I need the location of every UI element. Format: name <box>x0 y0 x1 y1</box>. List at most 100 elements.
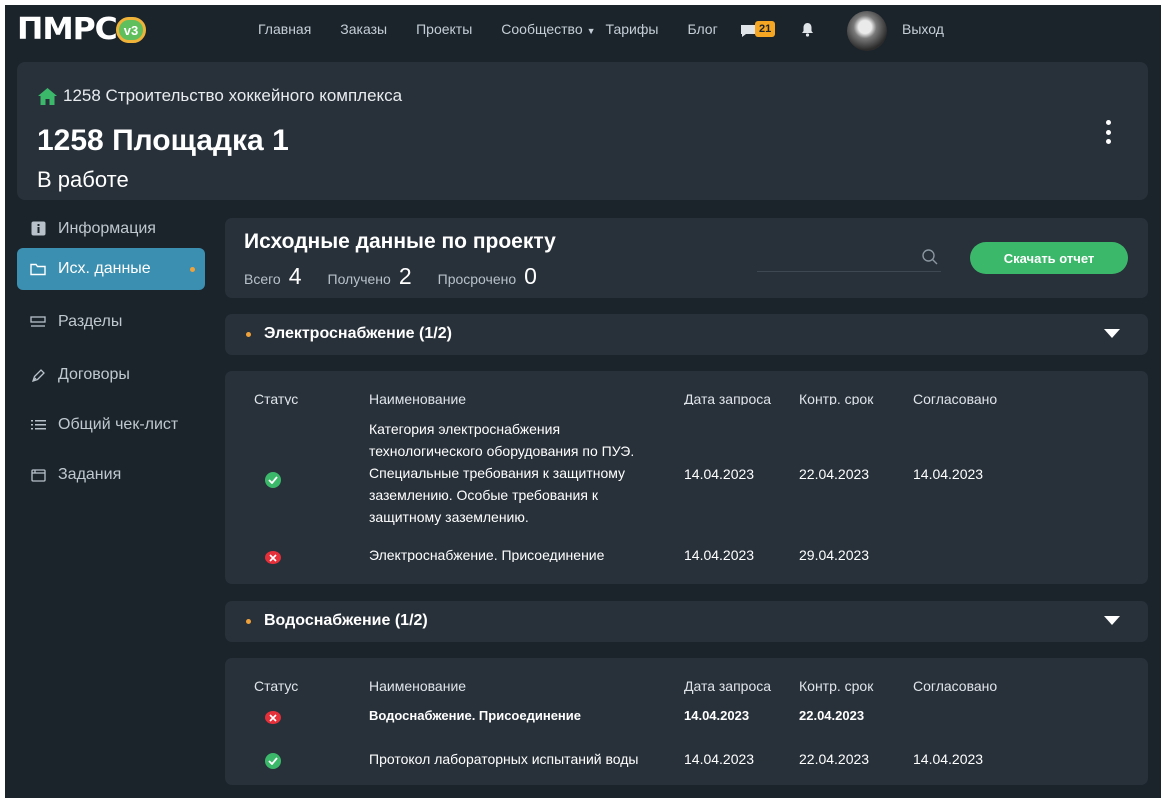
sidebar-item-contracts[interactable]: Договоры <box>17 354 205 396</box>
group-header-electricity[interactable]: Электроснабжение (1/2) <box>225 314 1148 355</box>
tasks-icon <box>30 467 46 483</box>
row-name[interactable]: Протокол лабораторных испытаний воды <box>369 748 638 770</box>
overdue-label: Просрочено <box>437 271 517 287</box>
sidebar-item-label: Договоры <box>58 366 130 383</box>
group-table-water: Статус Наименование Дата запроса Контр. … <box>225 658 1148 785</box>
app-window: ПМРС v3 Главная Заказы Проекты Сообществ… <box>5 5 1161 798</box>
row-name[interactable]: Электроснабжение. Присоединение <box>369 544 604 562</box>
nav-projects[interactable]: Проекты <box>416 21 472 37</box>
row-control-date: 22.04.2023 <box>799 751 870 767</box>
col-status: Статус <box>254 678 299 694</box>
messages-button[interactable]: 21 <box>740 21 780 41</box>
group-header-water[interactable]: Водоснабжение (1/2) <box>225 601 1148 642</box>
section-title: Исходные данные по проекту <box>244 230 556 253</box>
logout-link[interactable]: Выход <box>902 21 944 37</box>
col-status: Статус <box>254 391 299 405</box>
more-menu-icon[interactable] <box>1098 120 1118 144</box>
row-request-date: 14.04.2023 <box>684 547 755 562</box>
checklist-icon <box>30 417 46 433</box>
info-icon <box>30 220 46 236</box>
col-name: Наименование <box>369 391 467 405</box>
row-name[interactable]: Категория электроснабжения технологическ… <box>369 418 659 528</box>
row-control-date: 29.04.2023 <box>799 547 870 562</box>
row-request-date: 14.04.2023 <box>684 710 750 723</box>
unread-dot <box>190 267 195 272</box>
nav-pricing[interactable]: Тарифы <box>606 21 659 37</box>
received-label: Получено <box>327 271 391 287</box>
row-approved: 14.04.2023 <box>913 751 984 767</box>
project-header: 1258 Строительство хоккейного комплекса … <box>17 62 1148 200</box>
row-control-date: 22.04.2023 <box>799 466 870 482</box>
chat-icon <box>741 25 755 37</box>
logo-text: ПМРС <box>17 12 118 47</box>
home-icon <box>38 87 57 105</box>
col-control-date: Контр. срок <box>799 678 874 694</box>
sidebar-item-label: Разделы <box>58 313 123 330</box>
breadcrumb-parent: 1258 Строительство хоккейного комплекса <box>63 86 403 105</box>
breadcrumb[interactable]: 1258 Строительство хоккейного комплекса <box>38 86 402 106</box>
table-row: Водоснабжение. Присоединение 14.04.2023 … <box>225 710 1148 724</box>
total-value: 4 <box>288 263 302 289</box>
stats-row: Всего 4 Получено 2 Просрочено 0 <box>244 263 563 290</box>
nav-blog[interactable]: Блог <box>687 21 717 37</box>
caret-down-icon: ▼ <box>586 26 596 36</box>
total-label: Всего <box>244 271 281 287</box>
chevron-down-icon[interactable] <box>1104 616 1120 625</box>
folder-icon <box>30 261 46 277</box>
main-nav: Главная Заказы Проекты Сообщество ▼ Тариф… <box>258 21 747 37</box>
status-overdue-icon <box>265 711 281 724</box>
bell-icon <box>802 23 813 37</box>
sidebar-item-checklist[interactable]: Общий чек-лист <box>17 407 205 443</box>
sidebar-item-info[interactable]: Информация <box>17 220 205 240</box>
sidebar-item-sections[interactable]: Разделы <box>17 301 205 343</box>
status-ok-icon <box>265 472 281 488</box>
sidebar-item-label: Информация <box>58 220 156 237</box>
group-status-dot <box>246 332 251 337</box>
search-input[interactable] <box>757 245 941 272</box>
col-approved: Согласовано <box>913 678 998 694</box>
group-table-electricity: Статус Наименование Дата запроса Контр. … <box>225 371 1148 584</box>
col-approved: Согласовано <box>913 391 998 405</box>
col-request-date: Дата запроса <box>684 391 772 405</box>
sidebar-item-label: Исх. данные <box>58 260 151 277</box>
version-badge: v3 <box>115 17 146 43</box>
nav-community-label: Сообщество <box>501 21 583 37</box>
group-title: Водоснабжение (1/2) <box>264 612 428 629</box>
table-row: Электроснабжение. Присоединение 14.04.20… <box>225 544 1148 562</box>
nav-home[interactable]: Главная <box>258 21 311 37</box>
sidebar-item-tasks[interactable]: Задания <box>17 454 205 496</box>
search-icon <box>922 249 938 265</box>
top-bar: ПМРС v3 Главная Заказы Проекты Сообществ… <box>5 5 1161 55</box>
messages-count-badge: 21 <box>755 21 776 37</box>
col-request-date: Дата запроса <box>684 678 772 694</box>
chevron-down-icon[interactable] <box>1104 329 1120 338</box>
row-name[interactable]: Водоснабжение. Присоединение <box>369 710 581 724</box>
row-request-date: 14.04.2023 <box>684 751 755 767</box>
project-status: В работе <box>37 167 129 192</box>
sidebar-item-label: Общий чек-лист <box>58 416 179 433</box>
download-report-button[interactable]: Скачать отчет <box>970 242 1128 274</box>
nav-community[interactable]: Сообщество ▼ <box>501 21 595 37</box>
notifications-button[interactable] <box>801 22 814 42</box>
sections-icon <box>30 314 46 330</box>
row-control-date: 22.04.2023 <box>799 710 865 723</box>
logo[interactable]: ПМРС v3 <box>17 15 146 45</box>
status-ok-icon <box>265 753 281 769</box>
avatar[interactable] <box>847 11 887 51</box>
group-title: Электроснабжение (1/2) <box>264 325 452 342</box>
sidebar-item-label: Задания <box>58 466 122 483</box>
page-title: 1258 Площадка 1 <box>37 124 289 157</box>
row-request-date: 14.04.2023 <box>684 466 755 482</box>
table-header: Статус Наименование Дата запроса Контр. … <box>225 391 1148 405</box>
col-control-date: Контр. срок <box>799 391 874 405</box>
row-approved: 14.04.2023 <box>913 466 984 482</box>
pen-icon <box>30 367 46 383</box>
group-status-dot <box>246 619 251 624</box>
sidebar-item-source-data[interactable]: Исх. данные <box>17 248 205 290</box>
nav-orders[interactable]: Заказы <box>340 21 387 37</box>
overdue-value: 0 <box>524 263 537 289</box>
sidebar: Информация Исх. данные Разделы Договоры <box>17 220 205 507</box>
received-value: 2 <box>398 263 412 289</box>
summary-panel: Исходные данные по проекту Всего 4 Получ… <box>225 218 1148 298</box>
col-name: Наименование <box>369 678 467 694</box>
